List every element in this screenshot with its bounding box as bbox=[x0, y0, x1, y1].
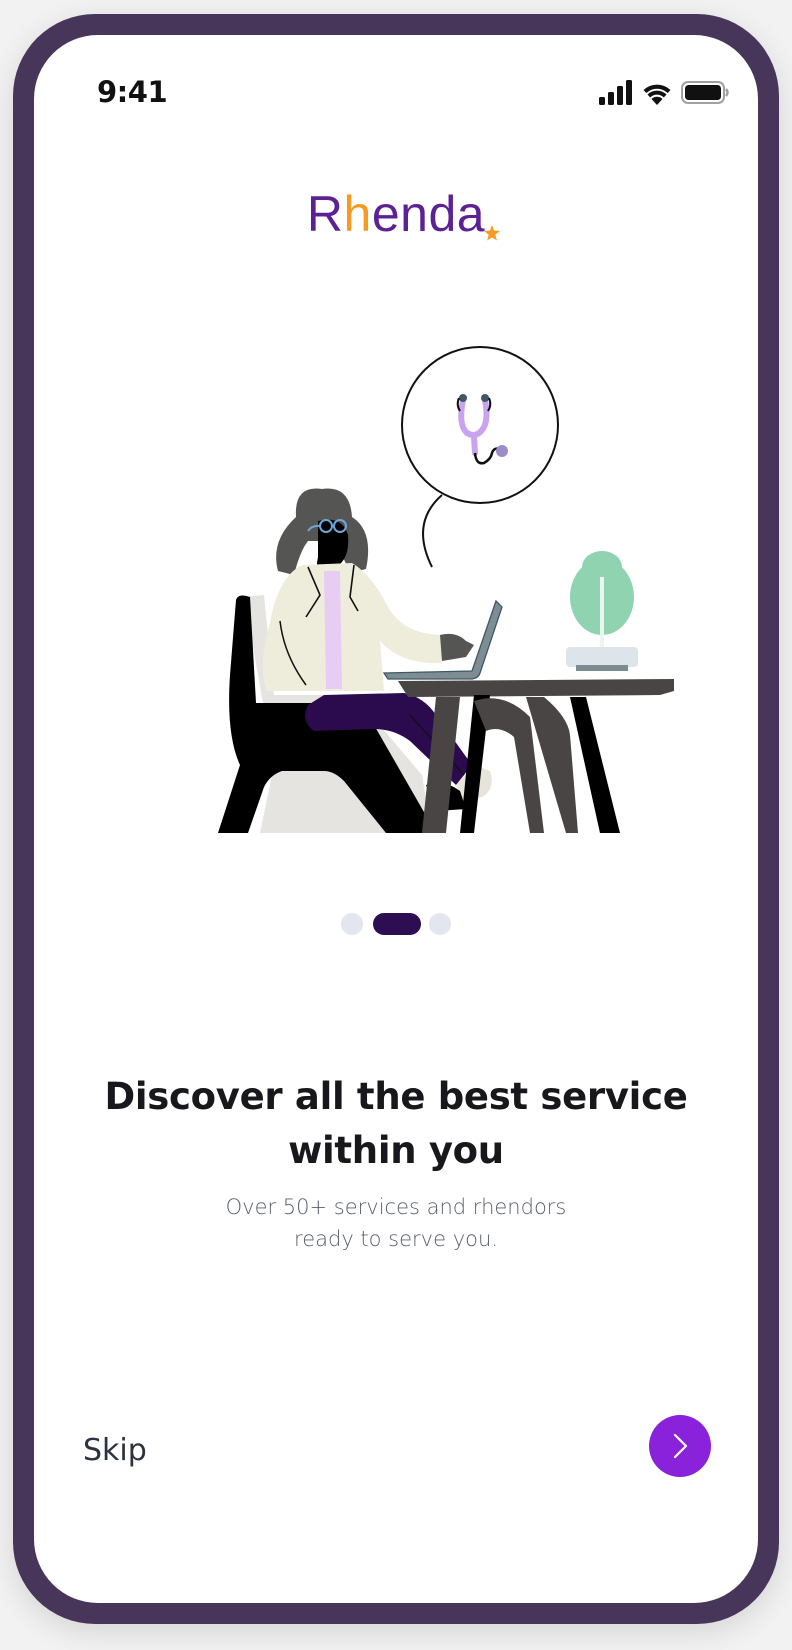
chevron-right-icon bbox=[673, 1433, 688, 1459]
brand-logo: Rhenda bbox=[34, 185, 758, 255]
logo-letter-r: R bbox=[306, 186, 344, 242]
wifi-icon bbox=[643, 84, 671, 105]
page-indicator bbox=[34, 913, 758, 935]
page-dot-2-active[interactable] bbox=[373, 913, 421, 935]
onboarding-headline: Discover all the best service within you bbox=[104, 1075, 688, 1172]
page-dot-1[interactable] bbox=[341, 913, 363, 935]
battery-icon bbox=[681, 81, 729, 104]
logo-letter-h: h bbox=[343, 186, 372, 242]
skip-button[interactable]: Skip bbox=[83, 1433, 147, 1468]
plant bbox=[566, 551, 638, 671]
doctor-illustration bbox=[174, 345, 714, 835]
status-icons bbox=[599, 77, 729, 109]
thought-bubble bbox=[401, 346, 559, 568]
onboarding-screen: 9:41 Rhenda Discover all the best servic… bbox=[34, 35, 758, 1603]
logo-letters-enda: enda bbox=[371, 186, 486, 242]
next-button[interactable] bbox=[649, 1415, 711, 1477]
signal-icon bbox=[599, 80, 632, 105]
page-dot-3[interactable] bbox=[429, 913, 451, 935]
status-time: 9:41 bbox=[97, 75, 168, 109]
logo-wordmark: Rhenda bbox=[307, 186, 485, 242]
phone-frame: 9:41 Rhenda Discover all the best servic… bbox=[13, 14, 779, 1624]
onboarding-subtitle: Over 50+ services and rhendors ready to … bbox=[225, 1195, 567, 1251]
logo-star-icon bbox=[484, 225, 500, 241]
